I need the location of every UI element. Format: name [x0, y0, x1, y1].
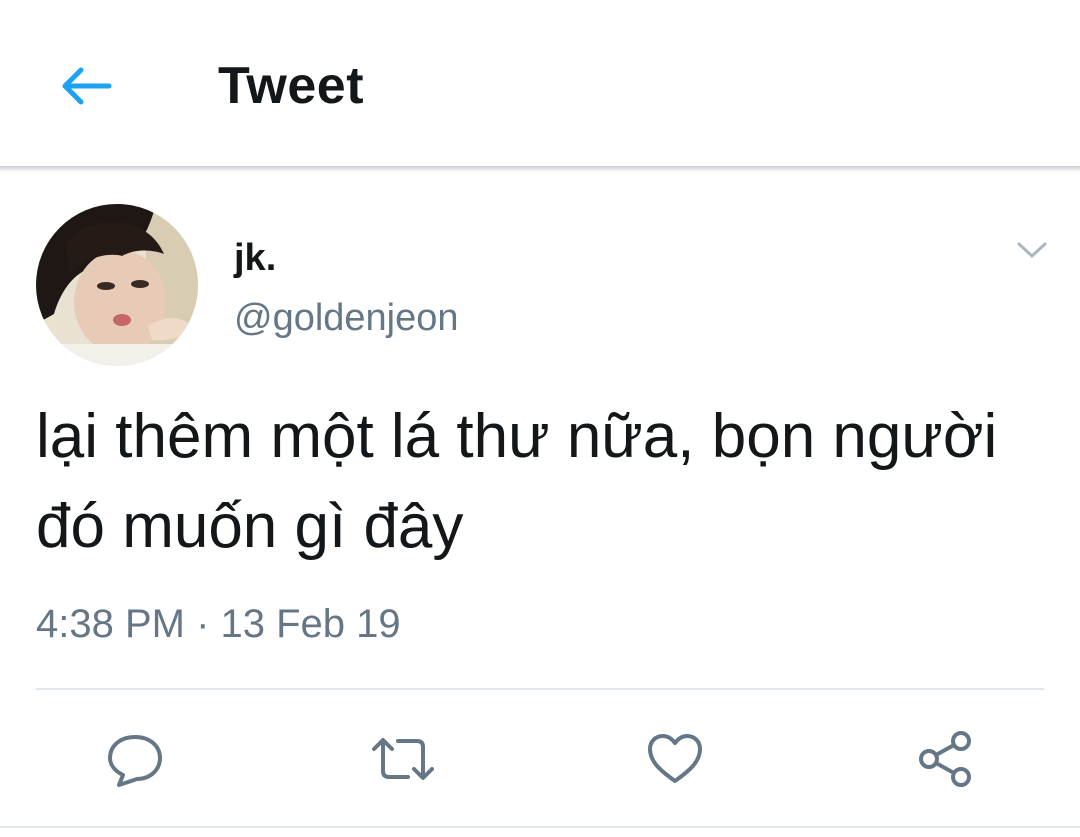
author-handle[interactable]: @goldenjeon [234, 294, 459, 342]
tweet-menu-button[interactable] [1012, 232, 1052, 268]
back-button[interactable] [50, 56, 120, 116]
reply-button[interactable] [100, 724, 170, 794]
avatar[interactable] [36, 204, 198, 366]
share-icon [919, 731, 971, 787]
heart-icon [648, 734, 702, 783]
avatar-photo [36, 204, 198, 366]
like-button[interactable] [640, 724, 710, 794]
retweet-icon [372, 738, 434, 780]
chevron-down-icon [1017, 242, 1047, 258]
action-bar [0, 724, 1080, 794]
comment-icon [108, 735, 162, 787]
bottom-divider [0, 826, 1080, 828]
arrow-left-icon [62, 67, 112, 105]
share-button[interactable] [910, 724, 980, 794]
retweet-button[interactable] [368, 724, 438, 794]
app-header: Tweet [0, 0, 1080, 168]
divider [36, 688, 1044, 690]
page-title: Tweet [218, 57, 365, 115]
tweet-timestamp[interactable]: 4:38 PM · 13 Feb 19 [36, 598, 401, 650]
tweet-text: lại thêm một lá thư nữa, bọn người đó mu… [36, 402, 998, 561]
author-name[interactable]: jk. [234, 234, 276, 282]
header-divider [0, 166, 1080, 172]
